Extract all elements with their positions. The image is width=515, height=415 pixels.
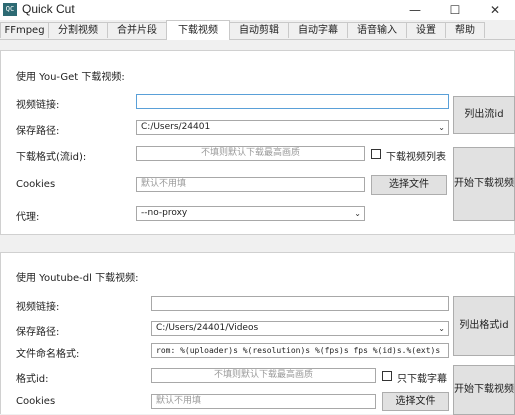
ytdl-format-input[interactable]: 不填则默认下载最高画质 [151,368,376,383]
youget-format-label: 下载格式(流id): [16,152,87,163]
chevron-down-icon: ⌄ [438,123,445,132]
ytdl-save-path-value: C:/Users/24401/Videos [156,323,259,333]
youget-cookies-input[interactable]: 默认不用填 [136,177,365,192]
minimize-button[interactable]: — [395,0,435,20]
ytdl-save-path-combo[interactable]: C:/Users/24401/Videos ⌄ [151,321,449,336]
youget-format-input[interactable]: 不填则默认下载最高画质 [136,146,365,161]
ytdl-url-label: 视频链接: [16,302,60,313]
chevron-down-icon: ⌄ [354,209,361,218]
youget-download-button[interactable]: 开始下载视频 [453,147,515,221]
ytdl-panel: 使用 Youtube-dl 下载视频: 视频链接: 保存路径: C:/Users… [0,252,515,415]
youget-choose-file-button[interactable]: 选择文件 [371,175,447,195]
tab-download-video[interactable]: 下载视频 [166,20,230,40]
close-button[interactable]: ✕ [475,0,515,20]
ytdl-subs-only-label: 只下载字幕 [397,374,447,385]
tab-split-video[interactable]: 分割视频 [48,22,108,38]
maximize-button[interactable]: ☐ [435,0,475,20]
ytdl-section-title: 使用 Youtube-dl 下载视频: [16,273,139,284]
tab-help[interactable]: 帮助 [445,22,485,38]
youget-save-label: 保存路径: [16,126,60,137]
youget-save-path-value: C:/Users/24401 [141,122,211,132]
ytdl-url-input[interactable] [151,296,449,311]
youget-save-path-combo[interactable]: C:/Users/24401 ⌄ [136,120,449,135]
tab-settings[interactable]: 设置 [406,22,446,38]
tab-auto-edit[interactable]: 自动剪辑 [229,22,289,38]
ytdl-cookies-label: Cookies [16,396,56,407]
tab-ffmpeg[interactable]: FFmpeg [0,22,49,38]
youget-proxy-value: --no-proxy [141,208,188,218]
ytdl-save-label: 保存路径: [16,327,60,338]
youget-proxy-label: 代理: [16,212,40,223]
ytdl-format-label: 格式id: [16,374,49,385]
tab-bar: FFmpeg 分割视频 合并片段 下载视频 自动剪辑 自动字幕 语音输入 设置 … [0,20,515,40]
chevron-down-icon: ⌄ [438,324,445,333]
ytdl-name-format-input[interactable]: rom: %(uploader)s %(resolution)s %(fps)s… [151,343,449,358]
ytdl-subs-only-checkbox[interactable] [382,371,392,381]
tab-auto-subtitle[interactable]: 自动字幕 [288,22,348,38]
youget-section-title: 使用 You-Get 下载视频: [16,72,125,83]
youget-panel: 使用 You-Get 下载视频: 视频链接: 保存路径: C:/Users/24… [0,50,515,235]
ytdl-choose-file-button[interactable]: 选择文件 [382,392,449,411]
app-icon: QC [3,3,17,16]
youget-cookies-label: Cookies [16,179,56,190]
ytdl-name-label: 文件命名格式: [16,349,80,360]
youget-list-checkbox[interactable] [371,149,381,159]
youget-url-input[interactable] [136,94,449,109]
window-title: Quick Cut [22,2,75,16]
youget-url-label: 视频链接: [16,100,60,111]
tab-merge-clips[interactable]: 合并片段 [107,22,167,38]
title-bar: QC Quick Cut — ☐ ✕ [0,0,515,20]
list-formats-button[interactable]: 列出格式id [453,296,515,356]
tab-voice-input[interactable]: 语音输入 [347,22,407,38]
ytdl-download-button[interactable]: 开始下载视频 [453,365,515,415]
list-streams-button[interactable]: 列出流id [453,96,515,134]
youget-proxy-combo[interactable]: --no-proxy ⌄ [136,206,365,221]
ytdl-cookies-input[interactable]: 默认不用填 [151,394,376,409]
youget-list-label: 下载视频列表 [386,152,446,163]
